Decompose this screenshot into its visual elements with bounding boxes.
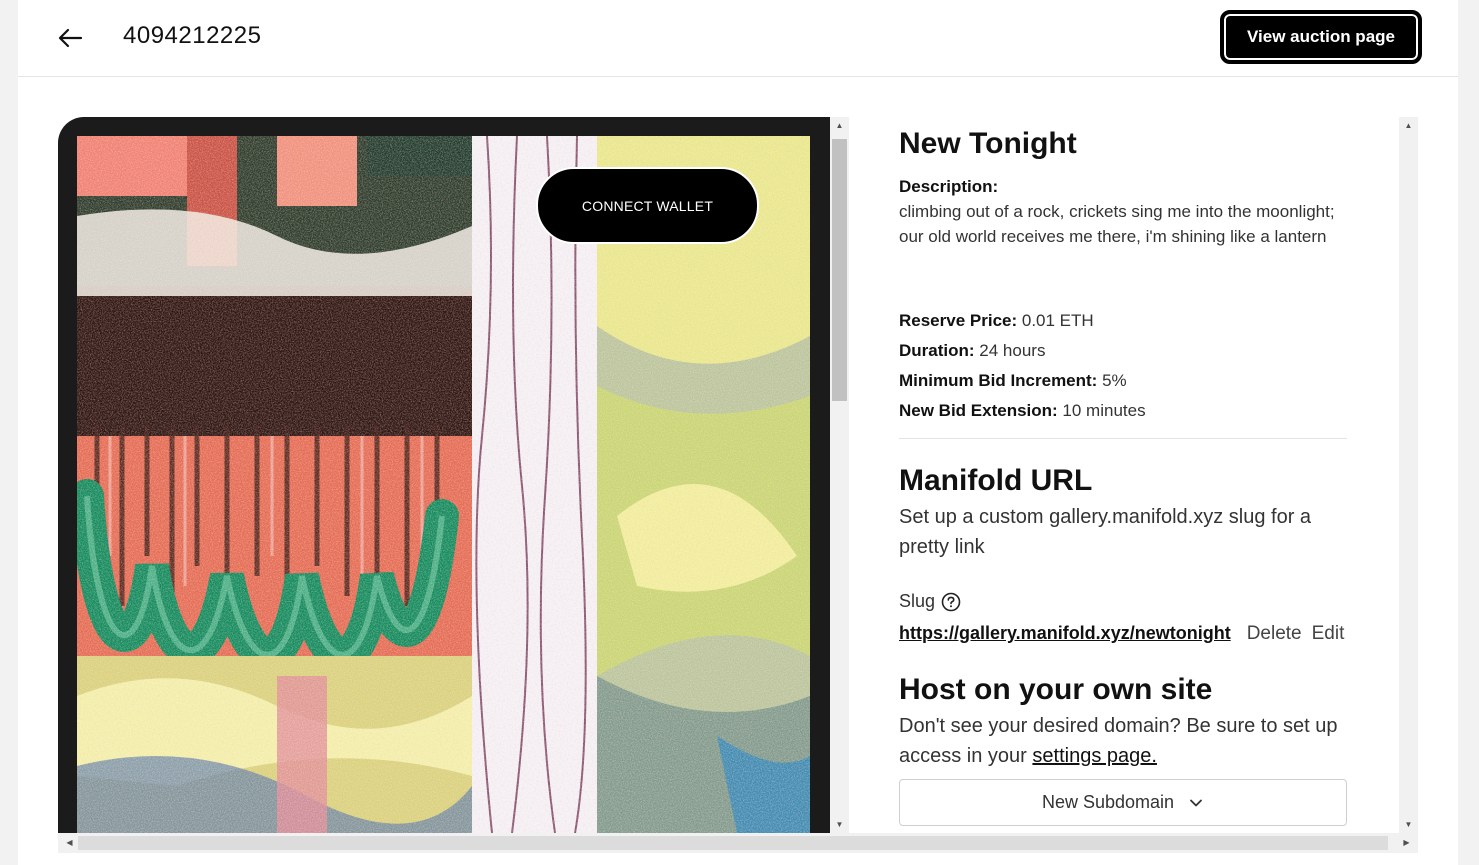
bid-extension-row: New Bid Extension: 10 minutes bbox=[899, 401, 1146, 420]
host-heading: Host on your own site bbox=[899, 673, 1213, 706]
preview-scrollbar[interactable]: ▲ ▼ bbox=[830, 117, 849, 833]
details-scrollbar[interactable]: ▲ ▼ bbox=[1399, 117, 1418, 833]
page-title: 4094212225 bbox=[123, 22, 262, 49]
settings-page-link[interactable]: settings page. bbox=[1032, 745, 1157, 767]
scrollbar-thumb[interactable] bbox=[832, 139, 847, 401]
edit-slug-button[interactable]: Edit bbox=[1312, 623, 1345, 645]
manifold-url-subtitle: Set up a custom gallery.manifold.xyz slu… bbox=[899, 506, 1312, 558]
description-label: Description: bbox=[899, 177, 999, 196]
divider bbox=[899, 438, 1347, 439]
connect-wallet-button[interactable]: CONNECT WALLET bbox=[536, 167, 759, 244]
chevron-down-icon bbox=[1190, 799, 1202, 806]
description-text: climbing out of a rock, crickets sing me… bbox=[899, 202, 1335, 246]
arrow-left-icon bbox=[58, 28, 83, 48]
window: 4094212225 View auction page CONNECT WAL… bbox=[18, 0, 1458, 865]
manifold-url-heading: Manifold URL bbox=[899, 464, 1093, 497]
question-circle-icon[interactable] bbox=[941, 592, 961, 612]
host-description: Don't see your desired domain? Be sure t… bbox=[899, 715, 1338, 767]
auction-heading: New Tonight bbox=[899, 127, 1077, 160]
scrollbar-thumb[interactable] bbox=[78, 836, 1388, 850]
slug-label: Slug bbox=[899, 591, 936, 611]
horizontal-scrollbar[interactable]: ◀ ▶ bbox=[58, 833, 1418, 853]
subdomain-select[interactable]: New Subdomain bbox=[899, 779, 1347, 826]
min-bid-increment-row: Minimum Bid Increment: 5% bbox=[899, 371, 1127, 390]
scroll-down-icon[interactable]: ▼ bbox=[1399, 820, 1418, 829]
auction-preview: CONNECT WALLET bbox=[58, 117, 830, 833]
slug-url-link[interactable]: https://gallery.manifold.xyz/newtonight bbox=[899, 623, 1231, 644]
slug-row: https://gallery.manifold.xyz/newtonight … bbox=[899, 623, 1344, 645]
top-bar: 4094212225 View auction page bbox=[18, 0, 1458, 77]
duration-row: Duration: 24 hours bbox=[899, 341, 1046, 360]
subdomain-select-value: New Subdomain bbox=[1041, 792, 1175, 812]
delete-slug-button[interactable]: Delete bbox=[1247, 623, 1302, 645]
scroll-right-icon[interactable]: ▶ bbox=[1397, 838, 1416, 847]
scroll-up-icon[interactable]: ▲ bbox=[830, 121, 849, 130]
auction-details: New Tonight Description: climbing out of… bbox=[899, 117, 1419, 833]
auction-settings-list: Reserve Price: 0.01 ETH Duration: 24 hou… bbox=[899, 306, 1146, 426]
reserve-price-row: Reserve Price: 0.01 ETH bbox=[899, 311, 1094, 330]
scroll-down-icon[interactable]: ▼ bbox=[830, 820, 849, 829]
scroll-up-icon[interactable]: ▲ bbox=[1399, 121, 1418, 130]
scroll-left-icon[interactable]: ◀ bbox=[60, 838, 79, 847]
back-button[interactable] bbox=[52, 20, 88, 56]
view-auction-button[interactable]: View auction page bbox=[1220, 10, 1422, 64]
slug-label-row: Slug bbox=[899, 591, 961, 612]
